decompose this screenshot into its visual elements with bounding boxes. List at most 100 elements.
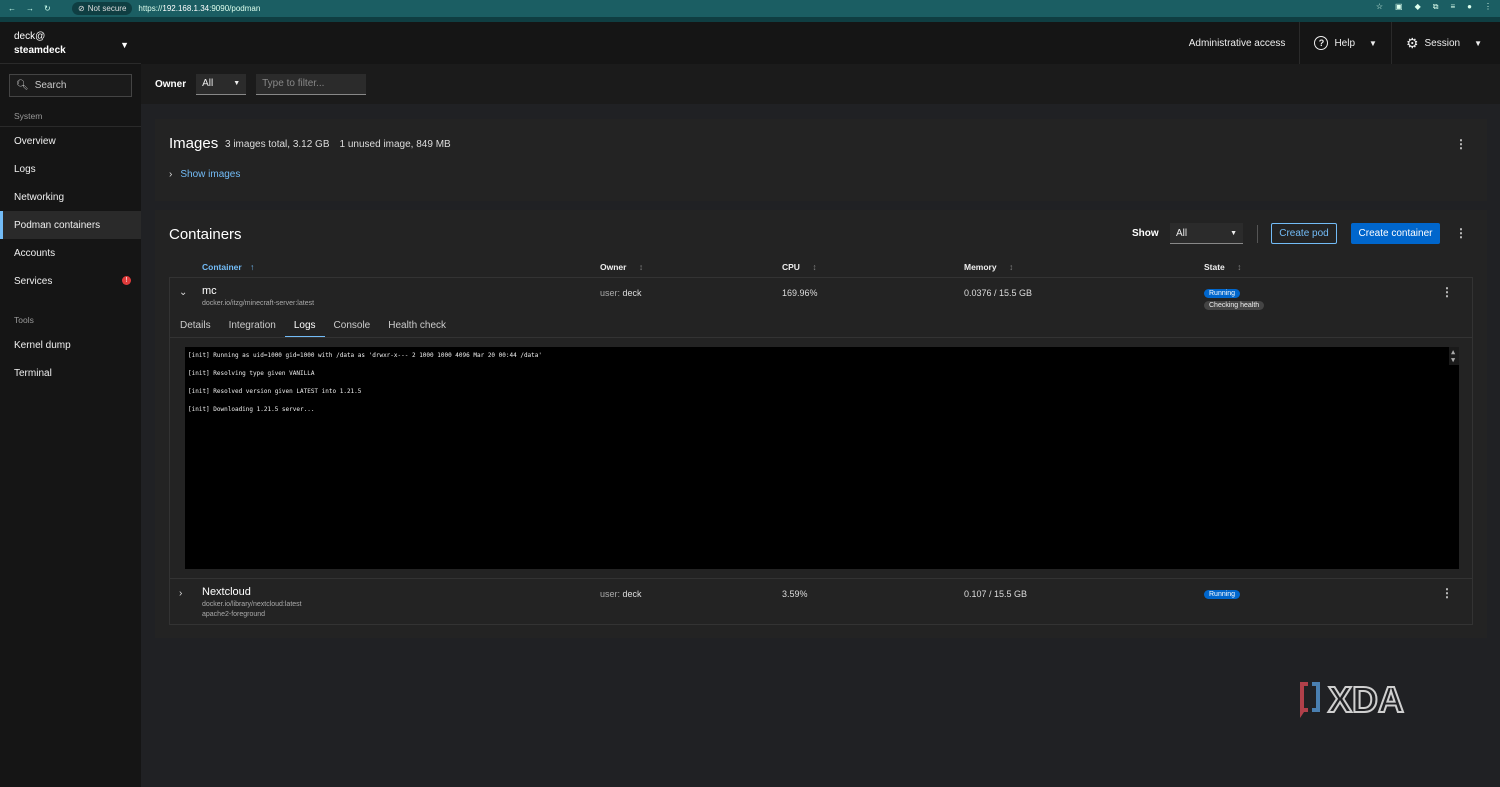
images-total: 3 images total, 3.12 GB [225,139,330,150]
sidebar-item-overview[interactable]: Overview [0,127,141,155]
column-header-state[interactable]: State ↕ [1204,262,1241,272]
reload-icon[interactable]: ↻ [44,4,51,13]
owner-value: deck [622,589,642,599]
log-line: [init] Resolved version given LATEST int… [188,388,362,395]
row-kebab-icon[interactable]: ⋮ [1441,285,1453,299]
back-icon[interactable]: ← [8,4,16,13]
sidebar-item-logs[interactable]: Logs [0,155,141,183]
search-icon: 🔍︎ [16,80,29,91]
log-scrollbar[interactable]: ▲ ▼ [1449,347,1459,365]
owner-prefix: user: [600,288,621,298]
containers-title: Containers [169,226,242,243]
caret-down-icon: ▼ [120,40,129,50]
container-cpu: 169.96% [782,288,818,298]
sidebar-item-podman-containers[interactable]: Podman containers [0,211,141,239]
container-command: apache2-foreground [202,611,266,618]
column-header-owner[interactable]: Owner ↕ [600,262,643,272]
address-bar[interactable]: https://192.168.1.34:9090/podman [138,4,260,13]
column-header-cpu[interactable]: CPU ↕ [782,262,817,272]
session-label: Session [1424,37,1461,49]
log-viewer[interactable]: [init] Running as uid=1000 gid=1000 with… [185,347,1459,569]
sidebar: deck@ steamdeck ▼ 🔍︎ Search System Overv… [0,22,141,787]
table-row: ⌄ mc docker.io/itzg/minecraft-server:lat… [169,285,1473,315]
security-indicator[interactable]: ⊘ Not secure [72,2,133,15]
sidebar-item-accounts[interactable]: Accounts [0,239,141,267]
url-path: :9090/podman [209,4,261,13]
scroll-up-icon[interactable]: ▲ [1451,348,1455,356]
filter-input[interactable]: Type to filter... [256,73,367,95]
chevron-down-icon[interactable]: ⌄ [179,287,187,298]
xda-logo: XDA [1300,678,1405,720]
log-line: [init] Running as uid=1000 gid=1000 with… [188,352,543,359]
host-switcher[interactable]: deck@ steamdeck ▼ [0,22,141,64]
warning-icon: ⊘ [78,4,85,13]
session-menu[interactable]: ⚙ Session ▼ [1390,22,1500,64]
owner-label: Owner [155,78,187,90]
bookmark-star-icon[interactable]: ☆ [1376,2,1383,12]
show-images-label: Show images [180,169,241,180]
nav-group-label: Tools [14,315,34,325]
column-header-container[interactable]: Container ↑ [202,262,254,272]
row-kebab-icon[interactable]: ⋮ [1441,586,1453,600]
container-image: docker.io/library/nextcloud:latest [202,601,302,608]
column-header-memory[interactable]: Memory ↕ [964,262,1013,272]
column-label: Owner [600,262,627,272]
caret-down-icon: ▼ [1474,38,1482,48]
container-owner: user: deck [600,288,642,298]
tab-logs[interactable]: Logs [284,320,325,338]
tab-console[interactable]: Console [334,320,371,338]
create-pod-button[interactable]: Create pod [1271,223,1337,244]
column-label: CPU [782,262,800,272]
sort-up-icon: ↑ [250,262,255,272]
help-menu[interactable]: ? Help ▼ [1299,22,1391,64]
show-images-toggle[interactable]: › Show images [169,169,240,180]
search-placeholder: Search [34,80,67,91]
extension-icon[interactable]: ▣ [1395,2,1403,12]
help-label: Help [1334,37,1356,49]
tab-details[interactable]: Details [180,320,211,338]
caret-down-icon: ▼ [1230,229,1237,237]
tab-integration[interactable]: Integration [229,320,276,338]
container-name: mc [202,285,217,297]
table-row: › Nextcloud docker.io/library/nextcloud:… [169,586,1473,624]
tab-health-check[interactable]: Health check [388,320,446,338]
sidebar-item-terminal[interactable]: Terminal [0,359,141,387]
show-select[interactable]: All ▼ [1170,223,1243,244]
images-stats: 3 images total, 3.12 GB 1 unused image, … [225,139,451,150]
search-input[interactable]: 🔍︎ Search [9,74,132,97]
url-scheme: https:// [138,4,163,13]
caret-down-icon: ▼ [1369,38,1377,48]
media-icon[interactable]: ≡ [1450,2,1455,12]
sidebar-item-kernel-dump[interactable]: Kernel dump [0,331,141,359]
forward-icon[interactable]: → [26,4,34,13]
sidebar-item-services[interactable]: Services ! [0,267,141,295]
health-badge: Checking health [1204,301,1265,310]
puzzle-icon[interactable]: ⧉ [1433,2,1439,12]
images-kebab-icon[interactable]: ⋮ [1455,137,1467,151]
admin-access-label: Administrative access [1188,37,1286,49]
column-label: Memory [964,262,997,272]
chevron-right-icon[interactable]: › [179,588,182,599]
shield-icon[interactable]: ◆ [1415,2,1421,12]
browser-actions: ☆ ▣ ◆ ⧉ ≡ ● ⋮ [1376,2,1492,12]
browser-menu-icon[interactable]: ⋮ [1484,2,1492,12]
status-badge: Running [1204,289,1241,298]
show-select-value: All [1176,227,1188,239]
filter-placeholder: Type to filter... [262,78,325,89]
profile-icon[interactable]: ● [1467,2,1472,12]
status-badge: Running [1204,590,1241,599]
admin-access-button[interactable]: Administrative access [1175,22,1300,64]
container-image: docker.io/itzg/minecraft-server:latest [202,300,315,307]
containers-kebab-icon[interactable]: ⋮ [1455,226,1467,240]
container-owner: user: deck [600,589,642,599]
create-container-button[interactable]: Create container [1351,223,1440,244]
table-header: Container ↑ Owner ↕ CPU ↕ Memory ↕ State… [169,258,1473,278]
sidebar-item-networking[interactable]: Networking [0,183,141,211]
images-card: Images 3 images total, 3.12 GB 1 unused … [155,119,1487,201]
sidebar-item-label: Services [14,275,53,287]
owner-select[interactable]: All ▼ [196,73,247,95]
images-title: Images [169,135,219,152]
masthead: Administrative access ? Help ▼ ⚙ Session… [141,22,1500,64]
sort-icon: ↕ [1237,262,1242,272]
scroll-down-icon[interactable]: ▼ [1451,356,1455,364]
